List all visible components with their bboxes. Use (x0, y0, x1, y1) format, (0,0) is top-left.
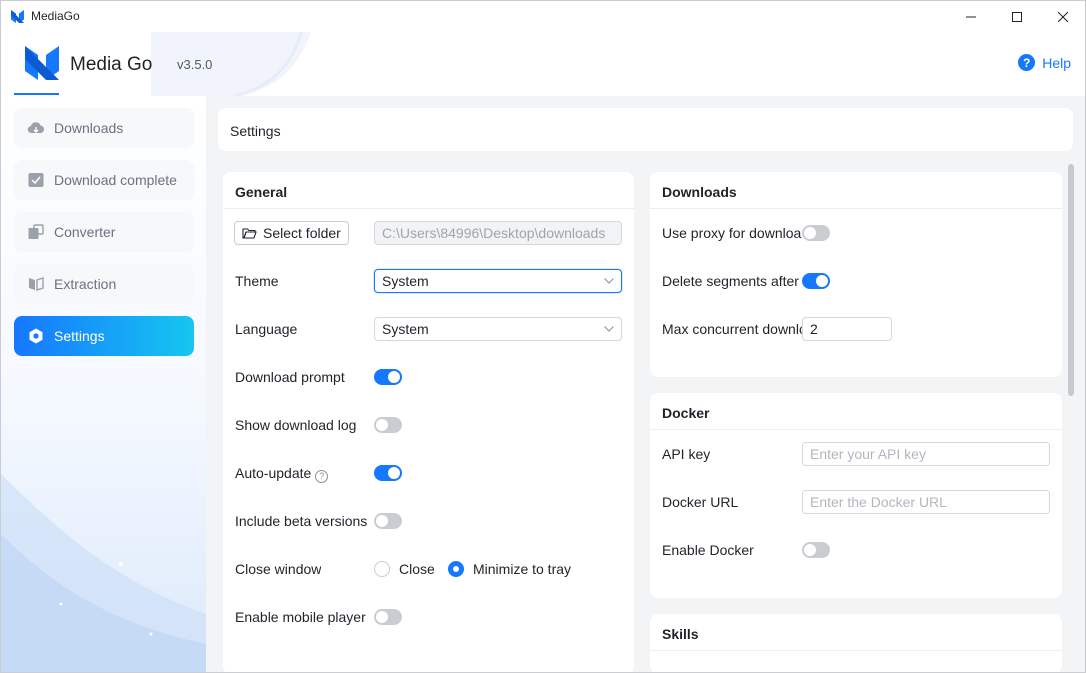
beta-label: Include beta versions (235, 513, 368, 529)
theme-select[interactable]: System (374, 269, 622, 293)
docker-url-input[interactable]: Enter the Docker URL (802, 490, 1050, 514)
download-folder-path: C:\Users\84996\Desktop\downloads (374, 221, 622, 245)
proxy-label: Use proxy for downloa (662, 225, 802, 241)
cloud-download-icon (27, 119, 45, 137)
extraction-icon (27, 275, 45, 293)
help-icon: ? (1018, 54, 1036, 71)
language-select[interactable]: System (374, 317, 622, 341)
download-prompt-toggle[interactable] (374, 369, 402, 385)
proxy-toggle[interactable] (802, 225, 830, 241)
help-label: Help (1042, 54, 1071, 71)
minimize-radio[interactable]: Minimize to tray (448, 561, 571, 577)
settings-hexagon-icon (27, 327, 45, 345)
brand-underline (14, 93, 59, 95)
enable-docker-row: Enable Docker (650, 536, 1062, 564)
skills-settings-card: Skills (650, 614, 1062, 672)
enable-docker-label: Enable Docker (662, 542, 754, 558)
sidebar-item-label: Downloads (54, 120, 124, 136)
auto-update-row: Auto-update? (223, 459, 634, 487)
sidebar-item-download-complete[interactable]: Download complete (14, 160, 194, 200)
downloads-settings-card: Downloads Use proxy for downloa Delete s… (650, 172, 1062, 377)
chevron-down-icon (604, 326, 614, 332)
maximize-window-button[interactable] (994, 1, 1040, 32)
app-version: v3.5.0 (177, 57, 213, 72)
general-settings-card: General Select folder C:\Users\84996\Des… (223, 172, 634, 672)
show-log-row: Show download log (223, 411, 634, 439)
radio-dot (448, 561, 464, 577)
show-log-toggle[interactable] (374, 417, 402, 433)
delete-segments-toggle[interactable] (802, 273, 830, 289)
chevron-down-icon (604, 278, 614, 284)
auto-update-toggle[interactable] (374, 465, 402, 481)
maximize-icon (1012, 11, 1022, 22)
max-concurrent-label: Max concurrent downlo (662, 321, 802, 337)
sidebar-item-label: Extraction (54, 276, 117, 292)
mobile-player-label: Enable mobile player (235, 609, 366, 625)
breadcrumb: Settings (218, 108, 1073, 151)
minimize-window-button[interactable] (948, 1, 994, 32)
api-key-label: API key (662, 446, 711, 462)
docker-url-label: Docker URL (662, 494, 739, 510)
beta-row: Include beta versions (223, 507, 634, 535)
select-folder-label: Select folder (263, 225, 341, 241)
content-scrollbar[interactable] (1068, 164, 1074, 396)
mobile-player-toggle[interactable] (374, 609, 402, 625)
api-key-input[interactable]: Enter your API key (802, 442, 1050, 466)
close-window-label: Close window (235, 561, 322, 577)
app-window: MediaGo Media Go v3.5.0 ? Help Downloads… (0, 0, 1086, 673)
theme-label: Theme (235, 273, 279, 289)
app-logo-icon (11, 10, 24, 23)
language-value: System (382, 321, 429, 337)
title-bar: MediaGo (1, 1, 1085, 32)
general-title: General (223, 172, 634, 209)
minimize-icon (966, 16, 976, 17)
proxy-row: Use proxy for downloa (650, 219, 801, 247)
help-circle-icon[interactable]: ? (315, 469, 329, 483)
language-label: Language (235, 321, 298, 337)
brand-name: Media Go (70, 54, 153, 75)
radio-dot (374, 561, 390, 577)
enable-docker-toggle[interactable] (802, 542, 830, 558)
help-link[interactable]: ? Help (1018, 54, 1071, 71)
show-log-label: Show download log (235, 417, 357, 433)
download-prompt-label: Download prompt (235, 369, 345, 385)
sidebar-item-extraction[interactable]: Extraction (14, 264, 194, 304)
sidebar-item-downloads[interactable]: Downloads (14, 108, 194, 148)
close-radio[interactable]: Close (374, 561, 435, 577)
check-box-icon (27, 171, 45, 189)
sidebar-item-label: Download complete (54, 172, 177, 188)
docker-settings-card: Docker API key Enter your API key Docker… (650, 393, 1062, 598)
sidebar-item-label: Settings (54, 328, 105, 344)
minimize-option-label: Minimize to tray (473, 561, 572, 577)
max-concurrent-input[interactable]: 2 (802, 317, 892, 341)
close-option-label: Close (399, 561, 435, 577)
delete-segments-row: Delete segments after (650, 267, 1062, 295)
sidebar: Downloads Download complete Converter Ex… (1, 96, 206, 672)
downloads-title: Downloads (650, 172, 1062, 209)
app-header: Media Go v3.5.0 ? Help (1, 32, 1085, 96)
beta-toggle[interactable] (374, 513, 402, 529)
sidebar-item-converter[interactable]: Converter (14, 212, 194, 252)
download-prompt-row: Download prompt (223, 363, 634, 391)
folder-icon (242, 227, 257, 239)
close-icon (1058, 11, 1068, 22)
window-title: MediaGo (31, 9, 80, 23)
delete-segments-label: Delete segments after (662, 273, 799, 289)
skills-title: Skills (650, 614, 1062, 651)
theme-value: System (382, 273, 429, 289)
select-folder-button[interactable]: Select folder (234, 221, 349, 245)
mobile-player-row: Enable mobile player (223, 603, 634, 631)
page-title: Settings (230, 123, 281, 139)
auto-update-label-wrap: Auto-update? (235, 465, 329, 483)
brand-logo-icon (25, 46, 59, 80)
docker-title: Docker (650, 393, 1062, 430)
close-window-button[interactable] (1040, 1, 1085, 32)
sidebar-item-label: Converter (54, 224, 116, 240)
sidebar-decoration (1, 474, 206, 672)
sidebar-item-settings[interactable]: Settings (14, 316, 194, 356)
main-content: Settings General Select folder C:\Users\… (206, 96, 1085, 672)
auto-update-label: Auto-update (235, 465, 312, 481)
convert-icon (27, 223, 45, 241)
